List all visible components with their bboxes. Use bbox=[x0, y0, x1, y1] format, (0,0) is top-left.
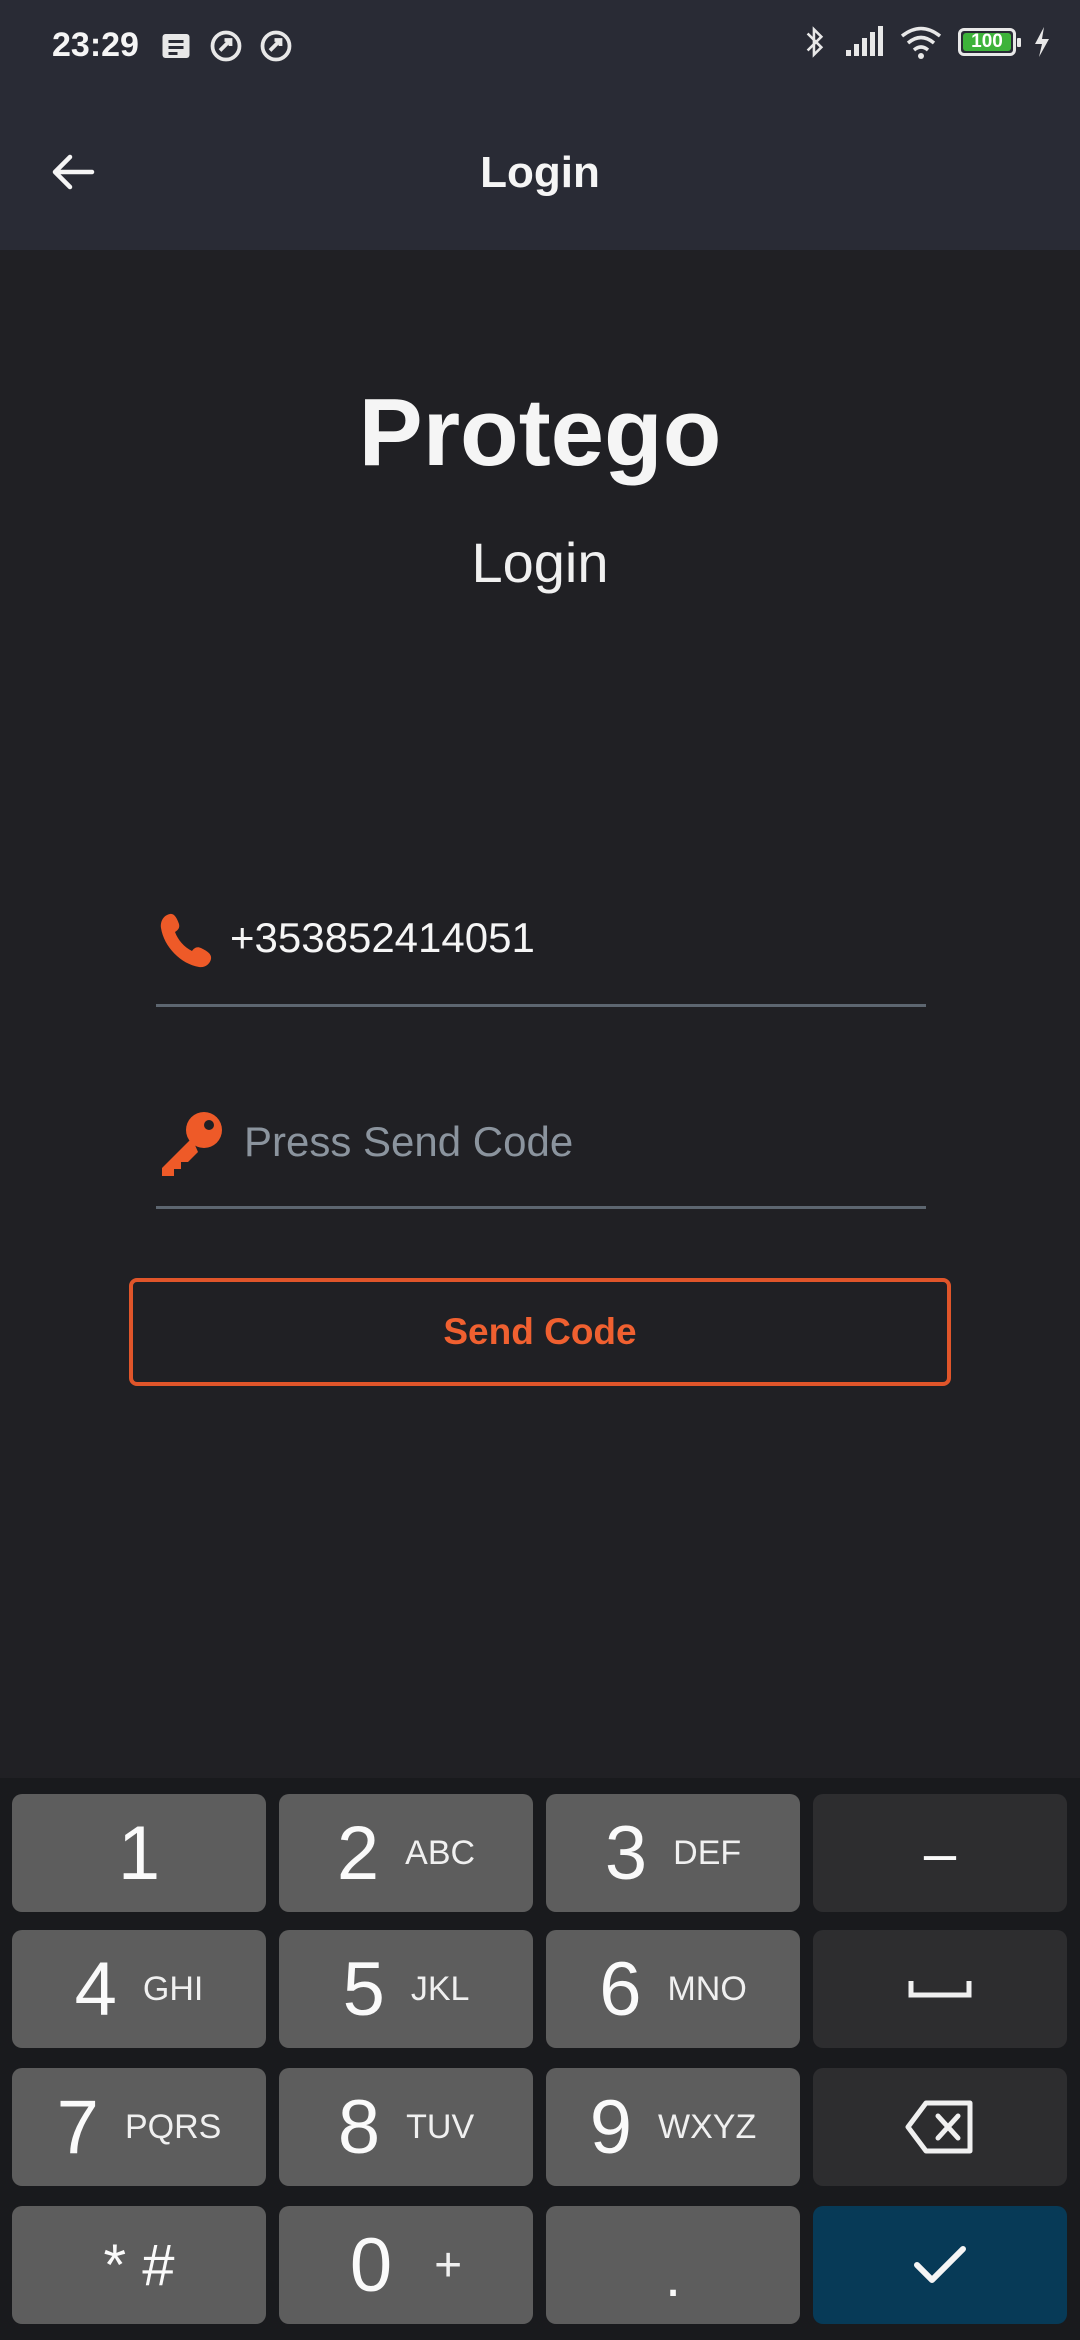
key-0[interactable]: 0 + bbox=[279, 2206, 533, 2324]
code-placeholder: Press Send Code bbox=[244, 1118, 574, 1165]
key-minus[interactable]: – bbox=[813, 1794, 1067, 1912]
notification-icons bbox=[158, 28, 294, 64]
key-9[interactable]: 9 WXYZ bbox=[546, 2068, 800, 2186]
verification-code-field[interactable]: Press Send Code bbox=[156, 1106, 926, 1209]
numeric-keypad: 1 2 ABC 3 DEF – 4 GHI 5 JKL 6 MNO 7 PQRS… bbox=[0, 1778, 1080, 2340]
key-backspace[interactable] bbox=[813, 2068, 1067, 2186]
key-8[interactable]: 8 TUV bbox=[279, 2068, 533, 2186]
app-bar-title: Login bbox=[480, 148, 600, 197]
status-bar: 23:29 100 bbox=[0, 0, 1080, 96]
signal-icon bbox=[846, 26, 883, 56]
key-4[interactable]: 4 GHI bbox=[12, 1930, 266, 2048]
key-7[interactable]: 7 PQRS bbox=[12, 2068, 266, 2186]
checkmark-icon bbox=[914, 2246, 966, 2283]
sync-icon bbox=[210, 30, 242, 62]
key-icon bbox=[162, 1112, 222, 1176]
app-bar: Login bbox=[0, 96, 1080, 250]
key-2[interactable]: 2 ABC bbox=[279, 1794, 533, 1912]
charging-icon bbox=[1035, 27, 1049, 57]
key-done[interactable] bbox=[813, 2206, 1067, 2324]
backspace-icon bbox=[905, 2100, 973, 2154]
brand-title: Protego bbox=[358, 379, 722, 486]
key-star-hash[interactable]: * # bbox=[12, 2206, 266, 2324]
key-6[interactable]: 6 MNO bbox=[546, 1930, 800, 2048]
phone-icon bbox=[160, 913, 212, 968]
bluetooth-icon bbox=[806, 26, 824, 58]
send-code-button[interactable]: Send Code bbox=[129, 1278, 951, 1386]
battery-icon: 100 bbox=[958, 28, 1021, 56]
key-space[interactable] bbox=[813, 1930, 1067, 2048]
battery-level: 100 bbox=[971, 31, 1003, 52]
sync-icon bbox=[260, 30, 292, 62]
key-5[interactable]: 5 JKL bbox=[279, 1930, 533, 2048]
page-subtitle: Login bbox=[471, 531, 609, 594]
phone-value: +353852414051 bbox=[230, 914, 535, 961]
phone-field[interactable]: +353852414051 bbox=[156, 904, 926, 1007]
system-icons: 100 bbox=[802, 24, 1052, 60]
key-1[interactable]: 1 bbox=[12, 1794, 266, 1912]
key-3[interactable]: 3 DEF bbox=[546, 1794, 800, 1912]
key-period[interactable]: . bbox=[546, 2206, 800, 2324]
wifi-icon bbox=[900, 26, 942, 59]
space-icon bbox=[908, 1981, 972, 1998]
status-time: 23:29 bbox=[52, 26, 139, 64]
message-icon bbox=[162, 34, 190, 58]
